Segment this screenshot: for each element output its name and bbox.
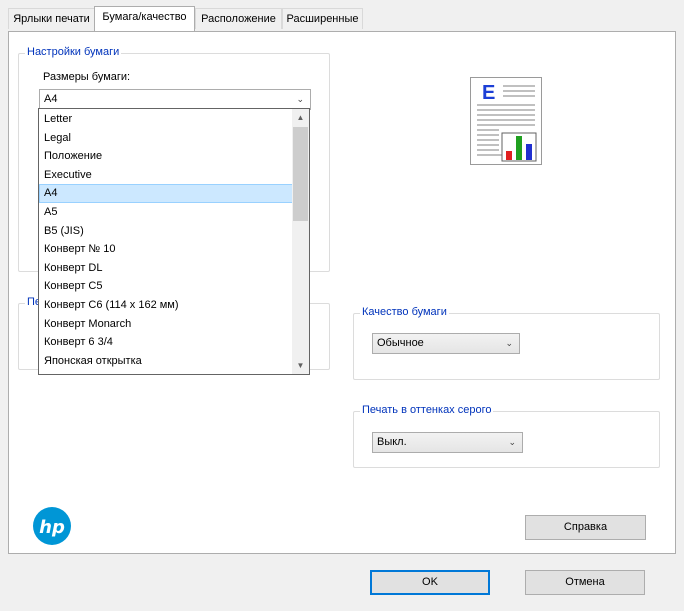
dropdown-option[interactable]: Положение — [39, 147, 293, 166]
dropdown-option[interactable]: Legal — [39, 129, 293, 148]
dropdown-items: Letter Legal Положение Executive A4 A5 B… — [39, 109, 293, 370]
chevron-down-icon: ⌄ — [508, 437, 516, 447]
dropdown-option[interactable]: Конверт C6 (114 x 162 мм) — [39, 296, 293, 315]
preview-bar-blue — [526, 144, 532, 160]
cancel-button[interactable]: Отмена — [525, 570, 645, 595]
preview-bar-green — [516, 136, 522, 160]
dropdown-option[interactable]: B5 (JIS) — [39, 222, 293, 241]
tab-advanced[interactable]: Расширенные — [282, 8, 363, 29]
dropdown-option[interactable]: Конверт № 10 — [39, 240, 293, 259]
preview-bar-red — [506, 151, 512, 160]
preview-letter: E — [482, 82, 495, 104]
paper-quality-value: Обычное — [377, 337, 424, 349]
paper-size-dropdown-list[interactable]: Letter Legal Положение Executive A4 A5 B… — [38, 108, 310, 375]
dropdown-option[interactable]: Конверт Monarch — [39, 315, 293, 334]
tab-print-labels[interactable]: Ярлыки печати — [8, 8, 95, 29]
hp-logo: hp — [33, 507, 71, 545]
help-button[interactable]: Справка — [525, 515, 646, 540]
scroll-down-icon[interactable]: ▼ — [292, 357, 309, 374]
paper-size-select[interactable]: A4 ⌄ — [39, 89, 311, 110]
scroll-up-icon[interactable]: ▲ — [292, 109, 309, 126]
paper-settings-legend: Настройки бумаги — [25, 46, 122, 58]
grayscale-value: Выкл. — [377, 436, 407, 448]
dropdown-option-selected[interactable]: A4 — [39, 184, 293, 203]
scrollbar-thumb[interactable] — [293, 127, 308, 221]
page-preview-image: E — [470, 77, 542, 165]
dropdown-option[interactable]: Letter — [39, 110, 293, 129]
dropdown-scrollbar[interactable]: ▲ ▼ — [292, 109, 309, 374]
dropdown-option[interactable]: A5 — [39, 203, 293, 222]
ok-button[interactable]: OK — [370, 570, 490, 595]
dropdown-option[interactable]: Конверт DL — [39, 259, 293, 278]
paper-size-label: Размеры бумаги: — [43, 71, 131, 83]
grayscale-legend: Печать в оттенках серого — [360, 404, 494, 416]
paper-quality-legend: Качество бумаги — [360, 306, 449, 318]
document-preview-icon: E — [477, 82, 537, 162]
dropdown-option[interactable]: Executive — [39, 166, 293, 185]
chevron-down-icon: ⌄ — [505, 338, 513, 348]
dropdown-option[interactable]: Конверт C5 — [39, 277, 293, 296]
grayscale-select[interactable]: Выкл. ⌄ — [372, 432, 523, 453]
dropdown-option[interactable]: Конверт 6 3/4 — [39, 333, 293, 352]
paper-quality-select[interactable]: Обычное ⌄ — [372, 333, 520, 354]
dropdown-option[interactable]: Японская открытка — [39, 352, 293, 371]
hp-logo-icon: hp — [39, 517, 65, 538]
chevron-down-icon: ⌄ — [296, 94, 304, 104]
svg-text:hp: hp — [39, 517, 65, 538]
tab-paper-quality[interactable]: Бумага/качество — [94, 6, 195, 31]
paper-size-value: A4 — [44, 93, 58, 105]
tab-layout[interactable]: Расположение — [195, 8, 282, 29]
